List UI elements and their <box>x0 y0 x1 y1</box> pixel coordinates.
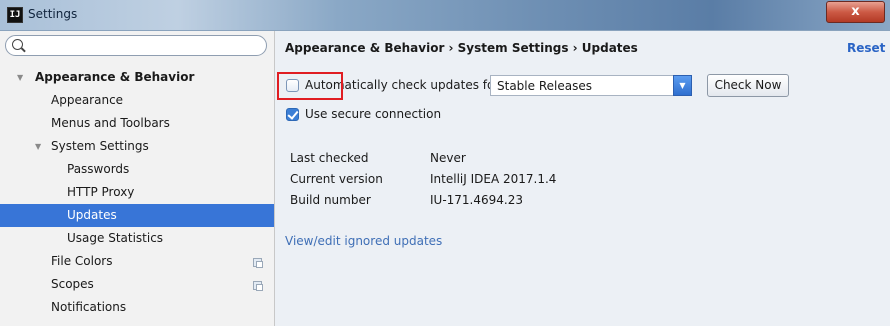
expand-arrow-icon[interactable]: ▼ <box>17 66 23 89</box>
sidebar-item-label: Appearance & Behavior <box>35 70 195 84</box>
sidebar-item-label: HTTP Proxy <box>67 185 135 199</box>
last-checked-label: Last checked <box>290 151 369 165</box>
sidebar-item-appearance-behavior[interactable]: ▼ Appearance & Behavior <box>0 66 274 89</box>
update-channel-select[interactable]: Stable Releases ▼ <box>490 75 692 96</box>
search-icon <box>12 39 23 50</box>
intellij-logo-icon: IJ <box>7 7 23 23</box>
sidebar-item-label: Passwords <box>67 162 130 176</box>
search-input[interactable] <box>5 35 267 56</box>
sidebar-item-usage-statistics[interactable]: Usage Statistics <box>0 227 274 250</box>
sidebar-item-label: Appearance <box>51 93 124 107</box>
sidebar-item-http-proxy[interactable]: HTTP Proxy <box>0 181 274 204</box>
secure-connection-label[interactable]: Use secure connection <box>305 107 441 121</box>
last-checked-value: Never <box>430 151 466 165</box>
sidebar-item-file-colors[interactable]: File Colors <box>0 250 274 273</box>
sidebar-item-menus-toolbars[interactable]: Menus and Toolbars <box>0 112 274 135</box>
sidebar-item-appearance[interactable]: Appearance <box>0 89 274 112</box>
current-version-label: Current version <box>290 172 383 186</box>
project-scope-icon <box>253 281 263 291</box>
settings-content: Appearance & Behavior › System Settings … <box>275 31 890 326</box>
settings-sidebar: ▼ Appearance & Behavior Appearance Menus… <box>0 31 275 326</box>
project-scope-icon <box>253 258 263 268</box>
close-button[interactable]: x <box>826 1 885 23</box>
sidebar-item-label: Menus and Toolbars <box>51 116 170 130</box>
secure-connection-checkbox[interactable] <box>286 108 299 121</box>
sidebar-item-scopes[interactable]: Scopes <box>0 273 274 296</box>
sidebar-item-label: Notifications <box>51 300 127 314</box>
build-number-label: Build number <box>290 193 371 207</box>
check-now-button[interactable]: Check Now <box>707 74 789 97</box>
sidebar-item-label: Updates <box>67 208 117 222</box>
current-version-value: IntelliJ IDEA 2017.1.4 <box>430 172 557 186</box>
breadcrumb: Appearance & Behavior › System Settings … <box>285 41 638 55</box>
sidebar-item-label: Usage Statistics <box>67 231 164 245</box>
reset-button[interactable]: Reset <box>847 41 885 55</box>
chevron-down-icon[interactable]: ▼ <box>673 75 692 96</box>
update-channel-value: Stable Releases <box>497 79 592 93</box>
sidebar-item-updates[interactable]: Updates <box>0 204 274 227</box>
sidebar-item-label: File Colors <box>51 254 113 268</box>
sidebar-item-system-settings[interactable]: ▼ System Settings <box>0 135 274 158</box>
sidebar-item-label: Scopes <box>51 277 94 291</box>
highlight-box <box>277 72 343 100</box>
title-bar: IJ Settings x <box>0 0 890 31</box>
build-number-value: IU-171.4694.23 <box>430 193 523 207</box>
sidebar-item-notifications[interactable]: Notifications <box>0 296 274 319</box>
view-ignored-updates-link[interactable]: View/edit ignored updates <box>285 234 442 248</box>
sidebar-item-label: System Settings <box>51 139 149 153</box>
sidebar-item-passwords[interactable]: Passwords <box>0 158 274 181</box>
expand-arrow-icon[interactable]: ▼ <box>35 135 41 158</box>
window-title: Settings <box>28 7 78 21</box>
